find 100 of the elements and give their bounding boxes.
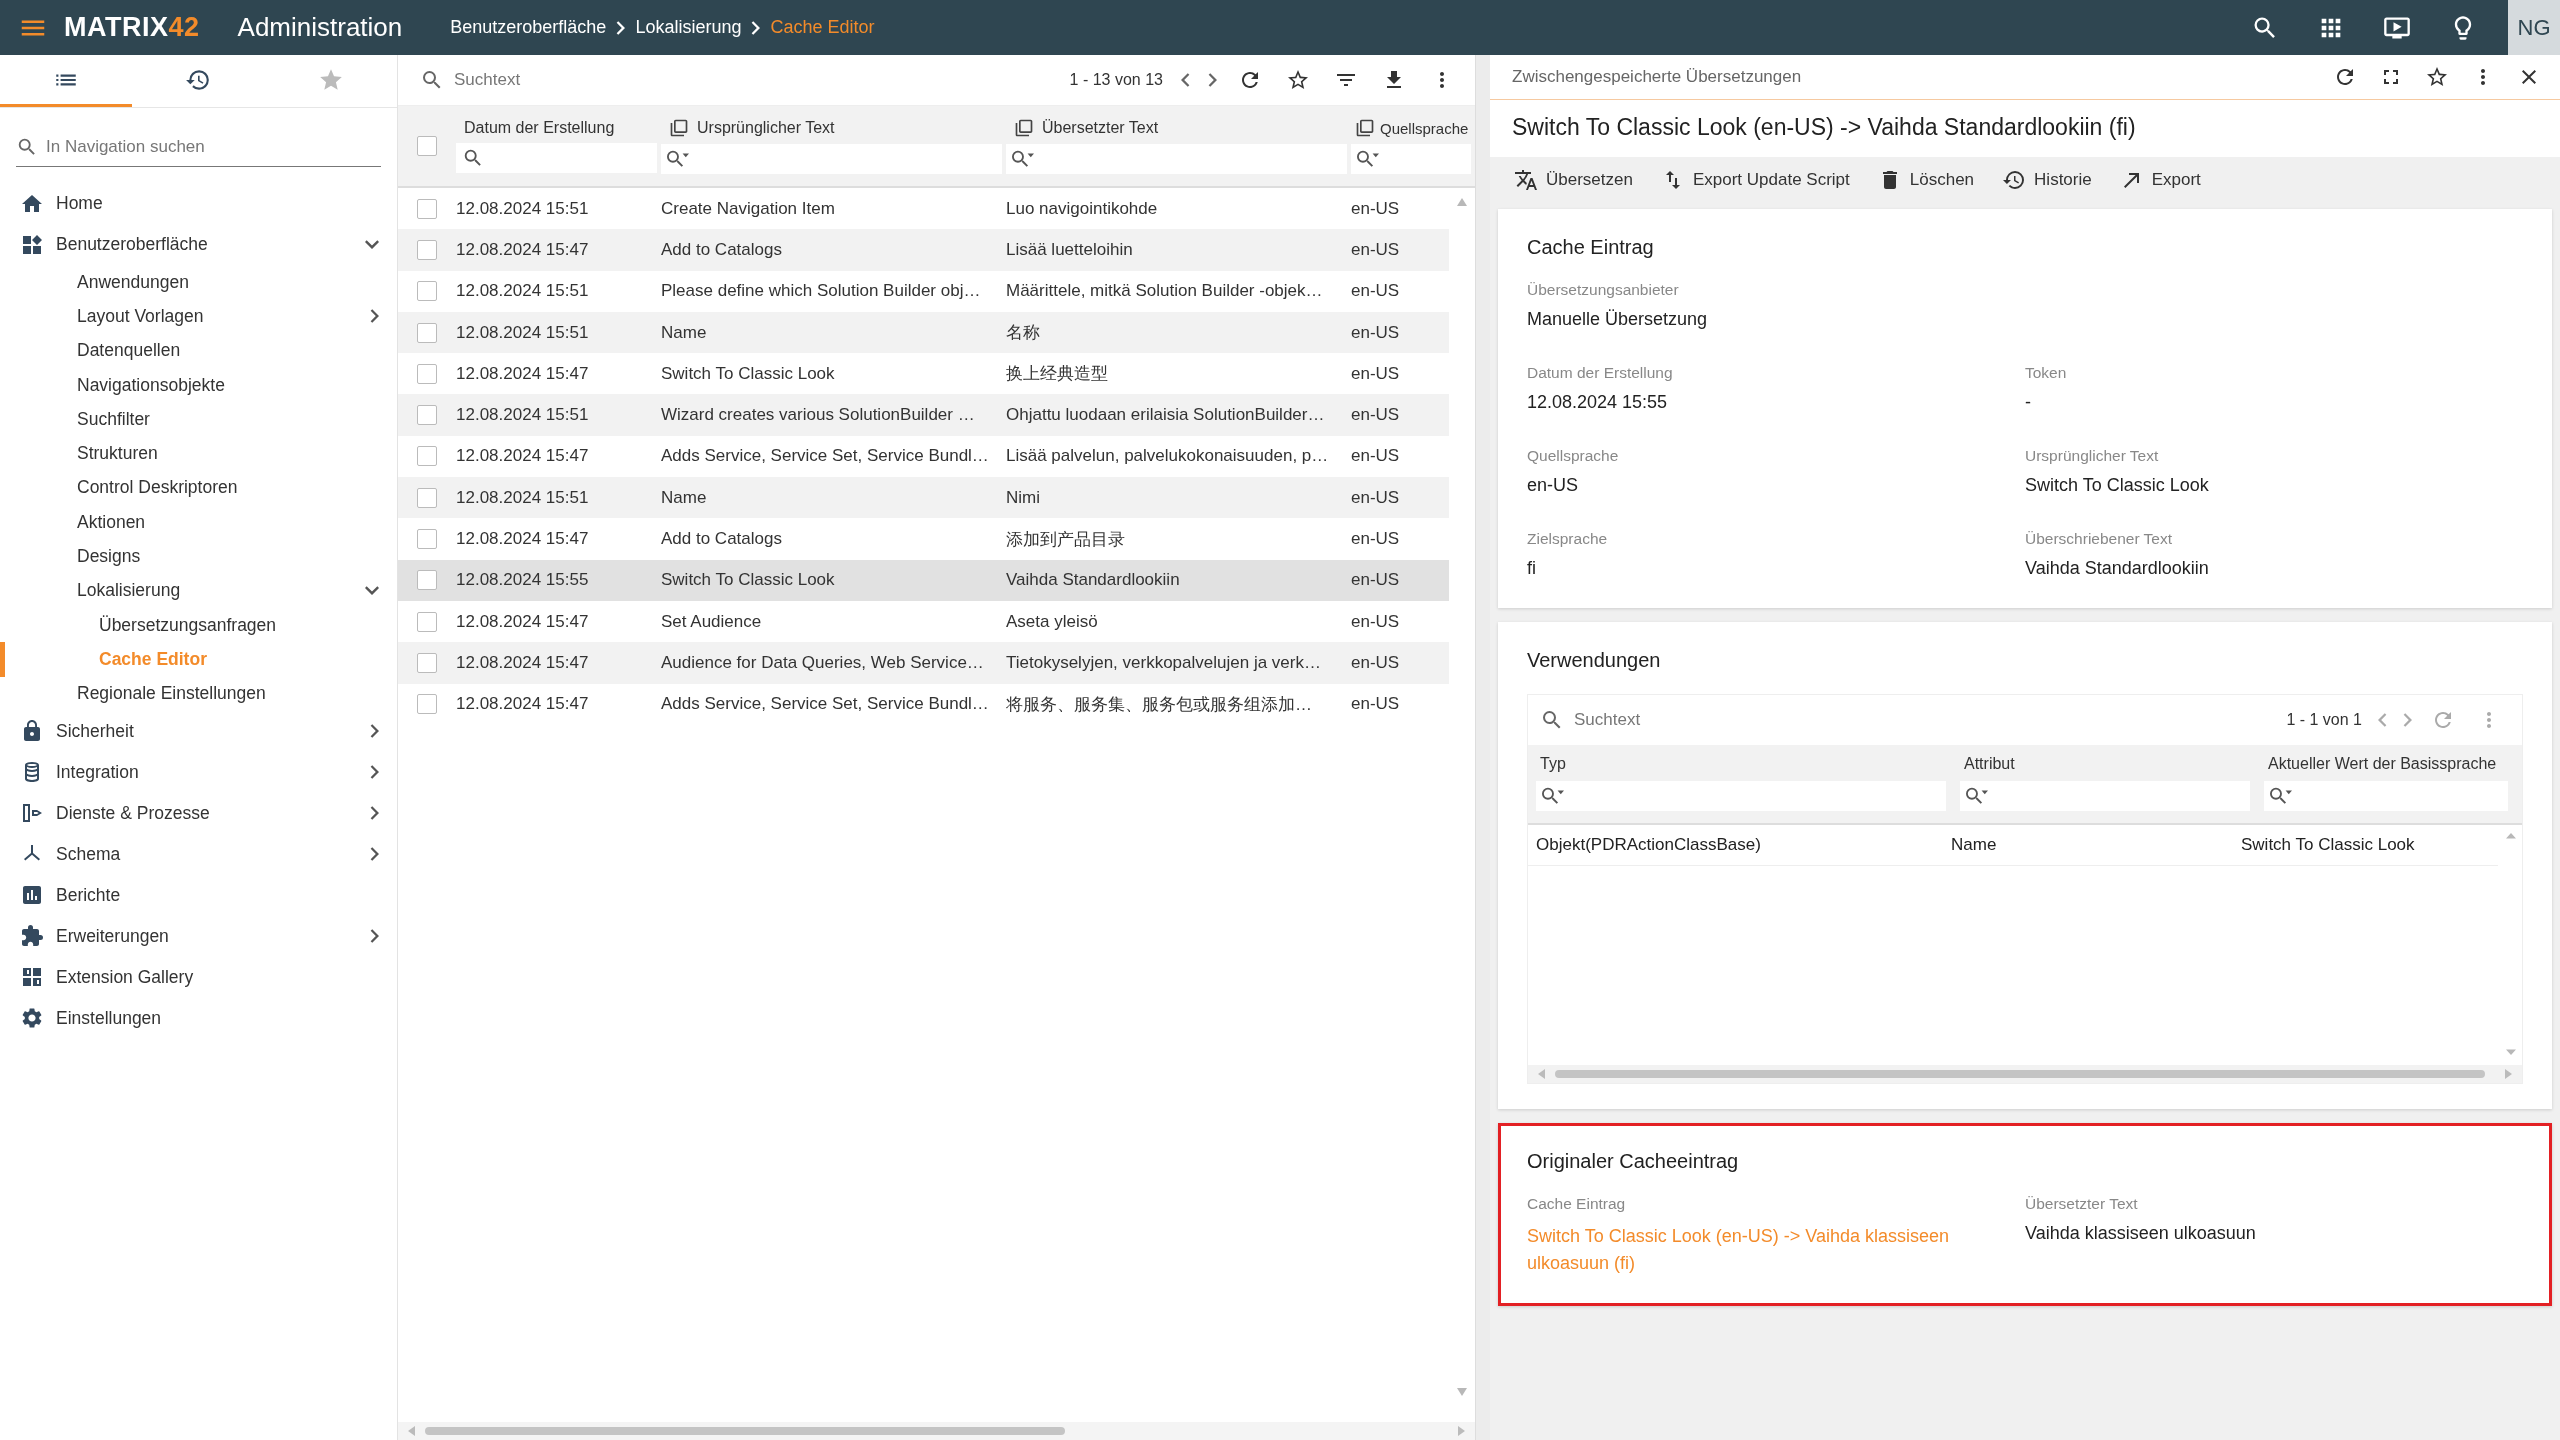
table-cell-text: en-US bbox=[1351, 570, 1401, 591]
row-checkbox[interactable] bbox=[417, 611, 437, 632]
column-filter-field[interactable] bbox=[1351, 144, 1471, 174]
row-checkbox[interactable] bbox=[417, 652, 437, 673]
field-label: Übersetzter Text bbox=[2025, 1195, 2139, 1213]
chevron-right-icon bbox=[370, 806, 379, 821]
nav-item[interactable]: Aktionen bbox=[0, 505, 397, 540]
horizontal-scrollbar[interactable] bbox=[398, 1422, 1475, 1440]
table-cell-text: 12.08.2024 15:51 bbox=[456, 487, 590, 508]
nav-item[interactable]: Lokalisierung bbox=[0, 573, 397, 608]
chevron-left-icon[interactable] bbox=[1181, 73, 1190, 87]
row-checkbox[interactable] bbox=[417, 487, 437, 508]
field-value: 12.08.2024 15:55 bbox=[1527, 392, 1669, 413]
search-icon bbox=[667, 148, 689, 170]
action-button[interactable]: Export bbox=[2113, 164, 2207, 196]
search-icon bbox=[1542, 785, 1564, 807]
nav-item[interactable]: Control Deskriptoren bbox=[0, 470, 397, 506]
table-row[interactable]: 12.08.2024 15:51 Wizard creates various SolutionBuilder … Ohjattu luodaan erilaisia SolutionBuilder… en-US bbox=[398, 394, 1449, 436]
column-header[interactable]: Attribut bbox=[1960, 755, 2250, 773]
table-cell-text: 12.08.2024 15:47 bbox=[456, 446, 590, 467]
nav-item[interactable]: Sicherheit bbox=[0, 710, 397, 752]
action-button[interactable]: Historie bbox=[1996, 164, 2098, 196]
breadcrumb-link[interactable]: Lokalisierung bbox=[635, 17, 742, 38]
field-value: Manuelle Übersetzung bbox=[1527, 309, 1709, 330]
table-cell-text: en-US bbox=[1351, 694, 1401, 715]
nav-item[interactable]: Anwendungen bbox=[0, 265, 397, 300]
nav-item[interactable]: Regionale Einstellungen bbox=[0, 676, 397, 711]
table-cell-text: 名称 bbox=[1006, 322, 1041, 345]
action-button[interactable]: Löschen bbox=[1871, 164, 1981, 196]
nav-item[interactable]: Berichte bbox=[0, 874, 397, 916]
row-checkbox[interactable] bbox=[417, 446, 437, 467]
column-header[interactable]: Ursprünglicher Text bbox=[697, 119, 835, 137]
column-filter-field[interactable] bbox=[2264, 781, 2508, 811]
table-row[interactable]: 12.08.2024 15:51 Name 名称 en-US bbox=[398, 311, 1449, 354]
nav-item[interactable]: Designs bbox=[0, 539, 397, 574]
user-avatar[interactable]: NG bbox=[2508, 0, 2560, 55]
row-checkbox[interactable] bbox=[417, 322, 437, 343]
nav-item[interactable]: Einstellungen bbox=[0, 997, 397, 1039]
nav-item[interactable]: Dienste & Prozesse bbox=[0, 792, 397, 834]
nav-item[interactable]: Suchfilter bbox=[0, 402, 397, 437]
nav-item[interactable]: Benutzeroberfläche bbox=[0, 224, 397, 265]
column-header[interactable]: Aktueller Wert der Basissprache bbox=[2264, 755, 2508, 773]
table-cell-text: Tietokyselyjen, verkkopalvelujen ja verk… bbox=[1006, 652, 1322, 673]
column-filter-field[interactable] bbox=[456, 143, 657, 173]
nav-item[interactable]: Extension Gallery bbox=[0, 956, 397, 998]
row-checkbox[interactable] bbox=[417, 239, 437, 260]
row-checkbox[interactable] bbox=[417, 363, 437, 384]
row-checkbox[interactable] bbox=[417, 694, 437, 715]
table-row[interactable]: Objekt(PDRActionClassBase) Name Switch To Classic Look bbox=[1528, 825, 2498, 866]
action-button[interactable]: Export Update Script bbox=[1654, 164, 1856, 196]
nav-item[interactable]: Navigationsobjekte bbox=[0, 367, 397, 403]
star-icon[interactable] bbox=[2425, 65, 2449, 89]
star-icon[interactable] bbox=[1286, 68, 1310, 92]
column-filter-field[interactable] bbox=[661, 144, 1002, 174]
field-label: Quellsprache bbox=[1527, 447, 1620, 465]
table-cell-text: Adds Service, Service Set, Service Bundl… bbox=[661, 694, 990, 715]
nav-item[interactable]: Datenquellen bbox=[0, 333, 397, 368]
field-value: en-US bbox=[1527, 475, 1580, 496]
nav-item[interactable]: Layout Vorlagen bbox=[0, 299, 397, 334]
table-row[interactable]: 12.08.2024 15:55 Switch To Classic Look Vaihda Standardlookiin en-US bbox=[398, 559, 1449, 601]
nav-item[interactable]: Integration bbox=[0, 751, 397, 793]
table-cell-text: Name bbox=[661, 487, 708, 508]
dashboard-icon bbox=[20, 232, 44, 257]
nav-item[interactable]: Strukturen bbox=[0, 436, 397, 471]
table-cell-text: 12.08.2024 15:47 bbox=[456, 529, 590, 549]
nav-item[interactable]: Home bbox=[0, 183, 397, 224]
column-filter-field[interactable] bbox=[1960, 781, 2250, 811]
row-checkbox[interactable] bbox=[417, 281, 437, 302]
column-filter-field[interactable] bbox=[1536, 781, 1946, 811]
column-filter-field[interactable] bbox=[1006, 144, 1347, 174]
table-row[interactable]: 12.08.2024 15:47 Audience for Data Queries, Web Service… Tietokyselyjen, verkkopalvelujen ja verk… en-US bbox=[398, 642, 1449, 684]
action-button[interactable]: Übersetzen bbox=[1508, 164, 1639, 196]
column-header[interactable]: Datum der Erstellung bbox=[464, 119, 615, 137]
nav-item[interactable]: Übersetzungsanfragen bbox=[0, 607, 397, 643]
row-checkbox[interactable] bbox=[417, 405, 437, 426]
table-cell-text: 12.08.2024 15:51 bbox=[456, 405, 590, 426]
table-cell-text: Set Audience bbox=[661, 611, 763, 632]
breadcrumb-link[interactable]: Benutzeroberfläche bbox=[450, 17, 607, 38]
search-field[interactable]: Suchtext bbox=[452, 69, 1068, 91]
row-checkbox[interactable] bbox=[417, 198, 437, 219]
select-all-checkbox[interactable] bbox=[417, 136, 437, 156]
column-header[interactable]: Typ bbox=[1536, 755, 1946, 773]
table-cell-text: Wizard creates various SolutionBuilder … bbox=[661, 405, 976, 426]
nav-item[interactable]: Schema bbox=[0, 833, 397, 875]
column-header[interactable]: Quellsprache bbox=[1380, 119, 1469, 137]
table-cell-text: Adds Service, Service Set, Service Bundl… bbox=[661, 446, 990, 467]
navigation-search-field[interactable]: In Navigation suchen bbox=[44, 136, 381, 158]
table-row[interactable]: 12.08.2024 15:51 Name Nimi en-US bbox=[398, 477, 1449, 519]
column-header[interactable]: Übersetzter Text bbox=[1042, 119, 1159, 137]
horizontal-scrollbar[interactable] bbox=[1528, 1065, 2522, 1083]
row-checkbox[interactable] bbox=[417, 570, 437, 591]
row-checkbox[interactable] bbox=[417, 529, 437, 549]
breadcrumb-link[interactable]: Cache Editor bbox=[770, 17, 875, 38]
table-row[interactable]: 12.08.2024 15:47 Add to Catalogs Lisää luetteloihin en-US bbox=[398, 229, 1449, 271]
search-field[interactable]: Suchtext bbox=[1572, 709, 2287, 731]
chevron-right-icon bbox=[370, 309, 379, 324]
chevron-right-icon[interactable] bbox=[1208, 73, 1217, 87]
table-cell-text: Add to Catalogs bbox=[661, 239, 783, 260]
section-title: Verwendungen bbox=[1527, 649, 1662, 672]
nav-item[interactable]: Erweiterungen bbox=[0, 915, 397, 957]
